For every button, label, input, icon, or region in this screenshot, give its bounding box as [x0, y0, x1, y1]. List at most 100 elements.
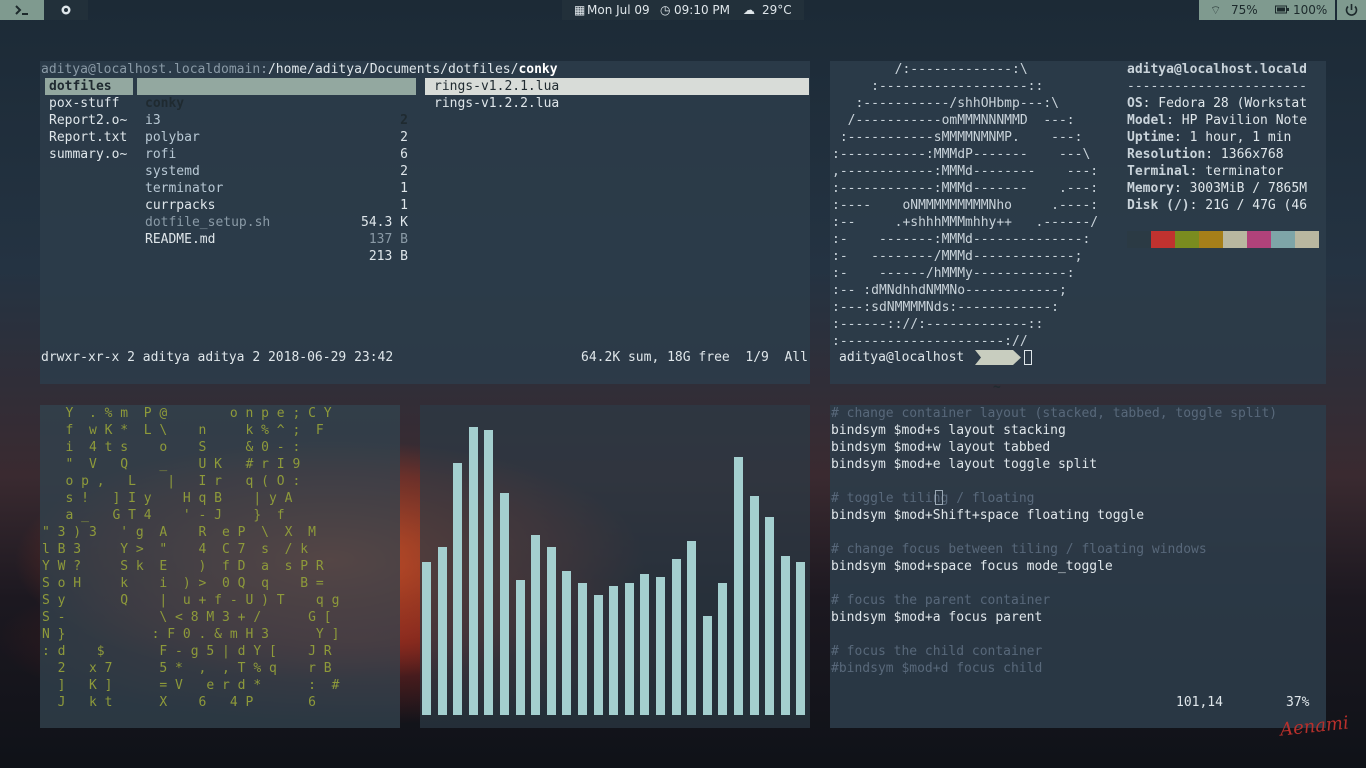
ranger-status-right: 64.2K sum, 18G free 1/9 All — [581, 350, 808, 365]
editor-blank-line — [831, 473, 1277, 490]
cursor-position: 101,14 — [1176, 695, 1223, 710]
ranger-current-item[interactable]: polybar 6 — [137, 112, 416, 162]
matrix-line: J k t X 6 4 P 6 — [42, 695, 316, 710]
terminal-cursor[interactable] — [1024, 350, 1032, 365]
editor-code-line: bindsym $mod+s layout stacking — [831, 423, 1066, 438]
matrix-line: 2 x 7 5 * , , T % q r B — [42, 661, 332, 676]
info-row: Terminal: terminator — [1127, 163, 1307, 180]
info-key: Model — [1127, 113, 1167, 128]
ranger-current-item[interactable]: rofi 2 — [137, 129, 416, 179]
path-current: conky — [518, 62, 558, 77]
visualizer-bar — [624, 583, 634, 715]
item-name: README.md — [145, 232, 216, 247]
ranger-parent-item[interactable]: summary.o~ — [49, 146, 127, 163]
item-size: 137 B — [368, 232, 408, 247]
cloud-icon: ☁ — [743, 3, 755, 17]
editor-code-line: bindsym $mod+space focus mode_toggle — [831, 559, 1113, 574]
matrix-line: l B 3 Y > " 4 C 7 s / k — [42, 542, 309, 557]
ranger-parent-item[interactable]: Report2.o~ — [49, 112, 127, 129]
ascii-line: :-------------------:: — [832, 79, 1044, 94]
app-menu-button[interactable] — [44, 0, 88, 20]
color-swatch — [1175, 231, 1199, 248]
matrix-line: S y Q | u + f - U ) T q g — [42, 593, 340, 608]
info-row: Disk (/): 21G / 47G (46 — [1127, 197, 1307, 214]
info-row: Resolution: 1366x768 — [1127, 146, 1307, 163]
audio-visualizer — [420, 405, 810, 728]
editor-blank-line — [831, 524, 1277, 541]
editor-comment-line: #bindsym $mod+d focus child — [831, 661, 1043, 676]
ranger-file-manager: aditya@localhost.localdomain:/home/adity… — [40, 61, 810, 384]
editor-comment-line: # change container layout (stacked, tabb… — [831, 406, 1278, 421]
info-value: : Fedora 28 (Workstat — [1142, 96, 1308, 111]
matrix-line: N } : F 0 . & m H 3 Y ] — [42, 627, 340, 642]
ranger-preview-item[interactable]: rings-v1.2.1.lua — [425, 78, 809, 95]
visualizer-bar — [437, 547, 447, 715]
visualizer-bar — [578, 583, 587, 715]
info-key: OS — [1127, 96, 1143, 111]
ascii-line: :-- .+shhhMMMmhhy++ .------/ — [832, 215, 1099, 230]
ranger-current-item[interactable]: i3 2 — [137, 95, 416, 145]
item-size: 213 B — [368, 249, 408, 264]
ranger-parent-item[interactable]: dotfiles — [45, 78, 133, 95]
editor-comment-line: # toggle tiling / floating — [831, 491, 1035, 506]
editor-code-line: bindsym $mod+a focus parent — [831, 610, 1043, 625]
visualizer-bar — [546, 547, 556, 715]
matrix-line: f w K * L \ n k % ^ ; F — [42, 423, 324, 438]
top-bar: ▦ Mon Jul 09 ◷ 09:10 PM ☁ 29°C ⌔ 75% 100… — [0, 0, 1366, 20]
ranger-parent-item[interactable]: pox-stuff — [49, 95, 119, 112]
ranger-preview-item[interactable]: rings-v1.2.2.lua — [434, 95, 559, 112]
visualizer-bar — [562, 571, 572, 715]
prompt-dir-segment: ~ — [975, 350, 1021, 395]
ranger-current-item[interactable]: systemd 1 — [137, 146, 416, 196]
terminal-launcher-button[interactable] — [0, 0, 44, 20]
color-swatch — [1295, 231, 1319, 248]
ascii-line: :---- oNMMMMMMMMMNho .----: — [832, 198, 1099, 213]
scroll-percent: 37% — [1286, 695, 1310, 710]
calendar-icon: ▦ — [574, 3, 586, 17]
info-value: : 1 hour, 1 min — [1173, 130, 1292, 145]
visualizer-bar — [468, 427, 478, 715]
ranger-current-item[interactable]: dotfile_setup.sh 137 B — [137, 197, 416, 247]
matrix-line: " 3 ) 3 ' g A R e P \ X M — [42, 525, 316, 540]
wifi-label: 75% — [1231, 3, 1258, 17]
info-key: Terminal — [1127, 164, 1190, 179]
editor-buffer[interactable]: # change container layout (stacked, tabb… — [831, 405, 1277, 677]
ranger-current-item[interactable]: terminator 1 — [137, 163, 416, 213]
info-value: : HP Pavilion Note — [1166, 113, 1308, 128]
ascii-line: :------:://:-------------:: — [832, 317, 1044, 332]
color-swatch — [1271, 231, 1295, 248]
info-value: : 21G / 47G (46 — [1189, 198, 1308, 213]
visualizer-bar — [515, 580, 525, 715]
visualizer-bar — [780, 556, 790, 715]
color-swatch — [1151, 231, 1175, 248]
ascii-line: :------------:MMMd------- .---: — [832, 181, 1099, 196]
time-label: 09:10 PM — [674, 3, 730, 17]
terminal-icon — [15, 5, 28, 15]
visualizer-bar — [702, 616, 712, 715]
ranger-current-item[interactable]: currpacks 54.3 K — [137, 180, 416, 230]
matrix-line: S o H k i ) > 0 Q q B = — [42, 576, 324, 591]
power-button[interactable] — [1337, 0, 1366, 20]
ascii-line: :-----------sMMMMNMNMP. ---: — [832, 130, 1083, 145]
info-row: Memory: 3003MiB / 7865M — [1127, 180, 1307, 197]
visualizer-bar — [531, 535, 541, 715]
info-row: Model: HP Pavilion Note — [1127, 112, 1307, 129]
matrix-line: Y . % m P @ o n p e ; C Y — [42, 406, 332, 421]
visualizer-bar — [484, 430, 494, 715]
ranger-parent-item[interactable]: Report.txt — [49, 129, 127, 146]
settings-icon — [61, 5, 71, 15]
ascii-line: /-----------omMMMNNNMMD ---: — [832, 113, 1075, 128]
ascii-line: :---:sdNMMMMNds:------------: — [832, 300, 1059, 315]
editor-comment-line: # focus the child container — [831, 644, 1043, 659]
ranger-current-item[interactable]: README.md 213 B — [137, 214, 416, 264]
visualizer-bar — [422, 562, 431, 715]
cmatrix-terminal: Y . % m P @ o n p e ; C Y f w K * L \ n … — [40, 405, 400, 728]
color-swatch — [1247, 231, 1271, 248]
date-label: Mon Jul 09 — [587, 3, 650, 17]
neofetch-terminal: /:-------------:\ :-------------------::… — [830, 61, 1326, 395]
visualizer-bar — [749, 496, 759, 715]
editor-blank-line — [831, 626, 1277, 643]
matrix-line: : d $ F - g 5 | d Y [ J R — [42, 644, 332, 659]
ranger-current-item[interactable]: conky 2 — [137, 78, 416, 128]
ascii-line: :- -------:MMMd--------------: — [832, 232, 1091, 247]
